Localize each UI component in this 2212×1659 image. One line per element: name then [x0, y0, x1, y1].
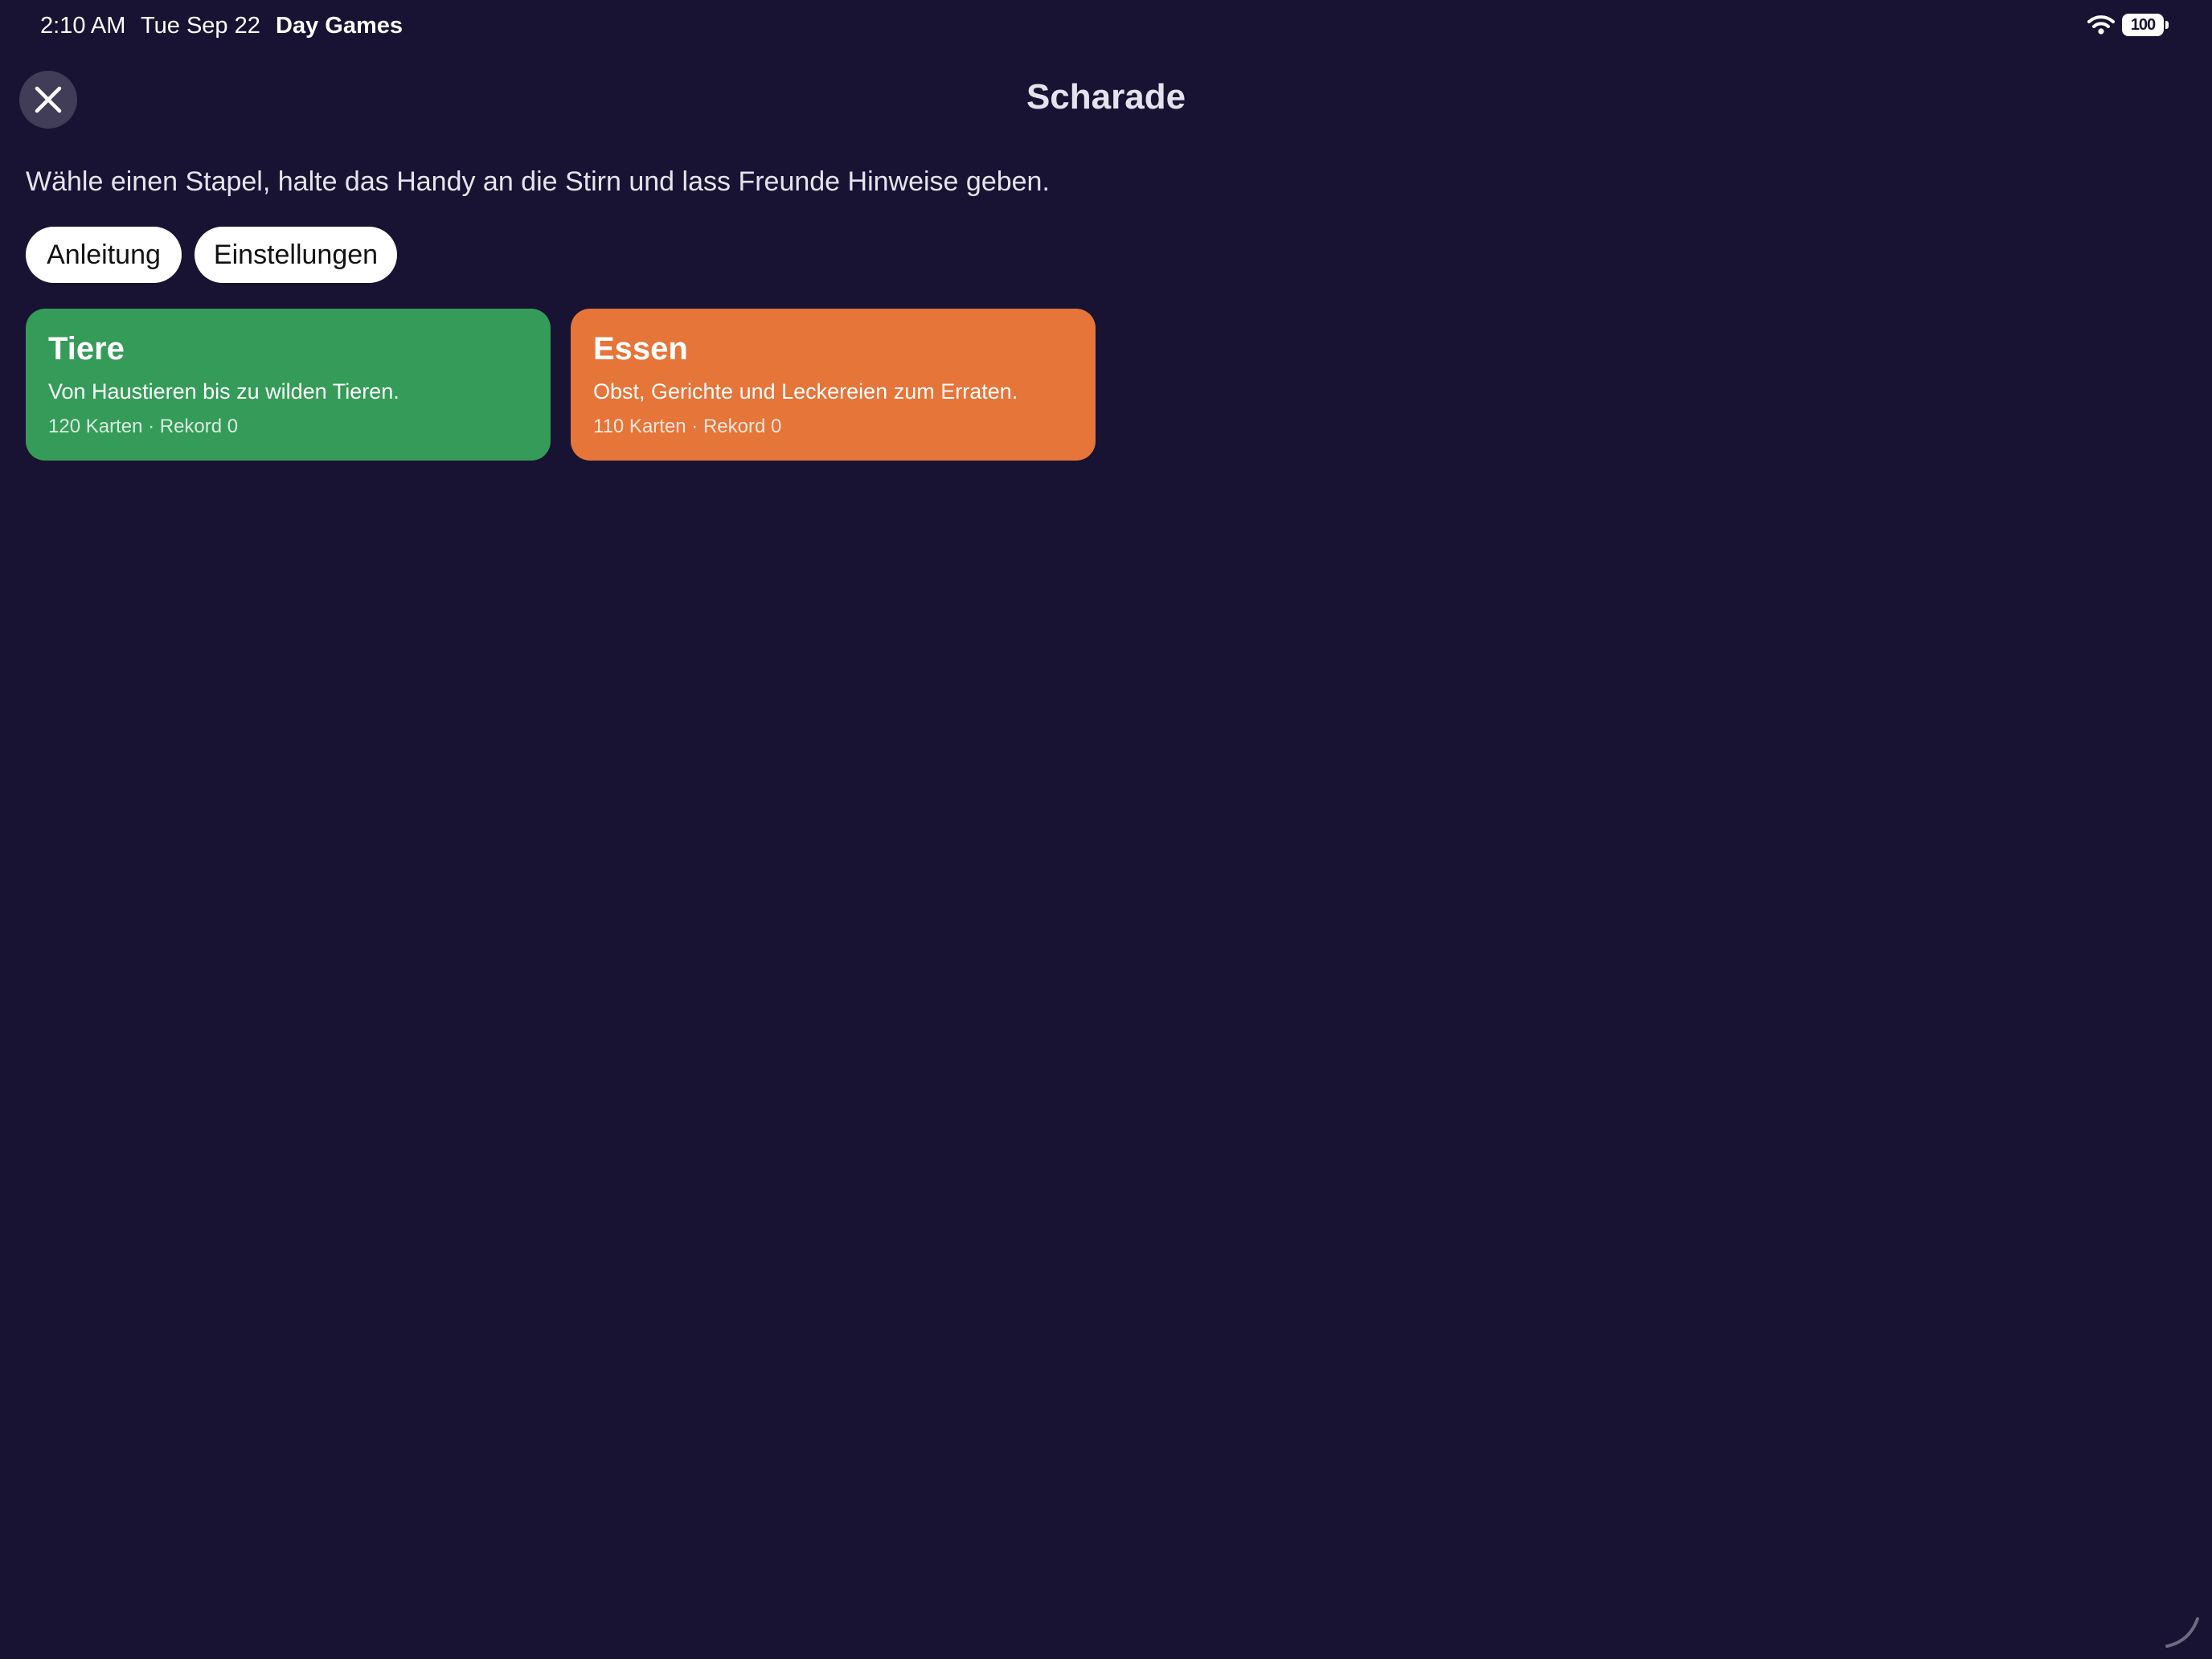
status-date: Tue Sep 22	[141, 13, 260, 39]
wifi-icon	[2087, 14, 2115, 35]
deck-meta: 110 Karten · Rekord 0	[593, 416, 782, 437]
deck-description: Obst, Gerichte und Leckereien zum Errate…	[593, 379, 1018, 403]
battery-level: 100	[2130, 16, 2156, 34]
battery-icon: 100	[2122, 14, 2169, 36]
settings-button[interactable]: Einstellungen	[195, 227, 397, 283]
status-bar: 2:10 AM Tue Sep 22 Day Games 100	[0, 0, 2212, 51]
close-button[interactable]	[19, 71, 77, 129]
deck-description: Von Haustieren bis zu wilden Tieren.	[48, 379, 399, 403]
status-time: 2:10 AM	[40, 13, 126, 39]
deck-title: Tiere	[48, 331, 125, 367]
deck-card-animals[interactable]: Tiere Von Haustieren bis zu wilden Tiere…	[26, 309, 551, 461]
deck-card-food[interactable]: Essen Obst, Gerichte und Leckereien zum …	[571, 309, 1096, 461]
intro-text: Wähle einen Stapel, halte das Handy an d…	[26, 166, 1050, 197]
status-app-name: Day Games	[276, 13, 403, 39]
page-title: Scharade	[1026, 77, 1186, 117]
help-button[interactable]: Anleitung	[26, 227, 182, 283]
battery-tip	[2165, 21, 2169, 29]
deck-title: Essen	[593, 331, 688, 367]
deck-meta: 120 Karten · Rekord 0	[48, 416, 239, 437]
close-icon	[35, 86, 62, 113]
corner-gesture-indicator	[2162, 1611, 2202, 1651]
